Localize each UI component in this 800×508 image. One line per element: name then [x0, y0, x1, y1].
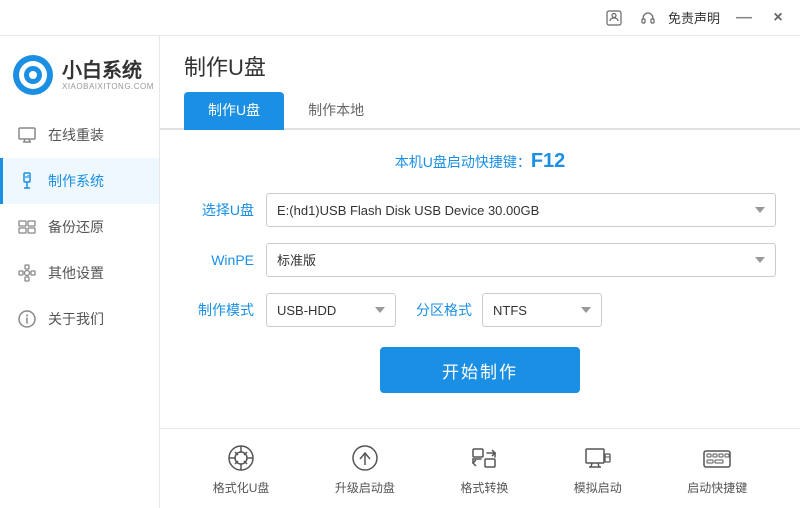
format-icon: [225, 442, 257, 474]
logo-icon: [12, 54, 54, 96]
logo-area: 小白系统 XIAOBAIXITONG.COM: [0, 46, 159, 112]
winpe-select-row: WinPE 标准版: [184, 243, 776, 277]
simulate-icon: [582, 442, 614, 474]
bottom-format-convert-label: 格式转换: [460, 479, 508, 496]
monitor-icon: [16, 124, 38, 146]
bottom-format-usb-label: 格式化U盘: [213, 479, 270, 496]
partition-select[interactable]: NTFS: [482, 293, 602, 327]
bottom-format-usb[interactable]: 格式化U盘: [213, 442, 270, 496]
bottom-upgrade-boot[interactable]: 升级启动盘: [335, 442, 395, 496]
bottom-format-convert[interactable]: 格式转换: [460, 442, 508, 496]
minimize-button[interactable]: —: [730, 4, 758, 32]
sidebar-item-backup-restore[interactable]: 备份还原: [0, 204, 159, 250]
sidebar-item-label: 在线重装: [48, 125, 104, 145]
logo-text: 小白系统 XIAOBAIXITONG.COM: [62, 60, 154, 91]
start-button[interactable]: 开始制作: [380, 347, 580, 393]
mode-select[interactable]: USB-HDD: [266, 293, 396, 327]
bottom-toolbar: 格式化U盘 升级启动盘: [160, 428, 800, 508]
sidebar-item-label: 其他设置: [48, 263, 104, 283]
tabs: 制作U盘 制作本地: [160, 92, 800, 130]
usb-select-row: 选择U盘 E:(hd1)USB Flash Disk USB Device 30…: [184, 193, 776, 227]
logo-sub: XIAOBAIXITONG.COM: [62, 82, 154, 91]
free-label[interactable]: 免责声明: [668, 8, 720, 27]
shortcut-hint: 本机U盘启动快捷键：F12: [184, 150, 776, 173]
sidebar-item-online-reinstall[interactable]: 在线重装: [0, 112, 159, 158]
bottom-boot-shortcut[interactable]: 启动快捷键: [687, 442, 747, 496]
partition-label: 分区格式: [416, 300, 472, 320]
bottom-upgrade-boot-label: 升级启动盘: [335, 479, 395, 496]
titlebar: 免责声明 — ×: [0, 0, 800, 36]
sidebar-item-other-settings[interactable]: 其他设置: [0, 250, 159, 296]
mode-label: 制作模式: [184, 300, 254, 320]
form-area: 本机U盘启动快捷键：F12 选择U盘 E:(hd1)USB Flash Disk…: [160, 130, 800, 428]
headset-icon[interactable]: [634, 4, 662, 32]
backup-icon: [16, 216, 38, 238]
bottom-simulate-boot[interactable]: 模拟启动: [574, 442, 622, 496]
upgrade-icon: [349, 442, 381, 474]
convert-icon: [468, 442, 500, 474]
user-icon[interactable]: [600, 4, 628, 32]
titlebar-icons: 免责声明 — ×: [600, 4, 792, 32]
mode-row: 制作模式 USB-HDD 分区格式 NTFS: [184, 293, 776, 327]
sidebar-item-make-system[interactable]: 制作系统: [0, 158, 159, 204]
main-content: 制作U盘 制作U盘 制作本地 本机U盘启动快捷键：F12 选择U盘 E:(hd1…: [160, 36, 800, 508]
shortcut-prefix: 本机U盘启动快捷键：: [395, 154, 531, 170]
close-button[interactable]: ×: [764, 4, 792, 32]
sidebar-item-label: 关于我们: [48, 309, 104, 329]
winpe-select[interactable]: 标准版: [266, 243, 776, 277]
page-title: 制作U盘: [160, 36, 800, 92]
winpe-label: WinPE: [184, 252, 254, 268]
settings-icon: [16, 262, 38, 284]
keyboard-icon: [701, 442, 733, 474]
usb-label: 选择U盘: [184, 200, 254, 220]
bottom-boot-shortcut-label: 启动快捷键: [687, 479, 747, 496]
usb-icon: [16, 170, 38, 192]
usb-select[interactable]: E:(hd1)USB Flash Disk USB Device 30.00GB: [266, 193, 776, 227]
sidebar-item-about-us[interactable]: 关于我们: [0, 296, 159, 342]
bottom-simulate-boot-label: 模拟启动: [574, 479, 622, 496]
tab-make-usb[interactable]: 制作U盘: [184, 92, 284, 130]
logo-name: 小白系统: [62, 60, 154, 82]
app-container: 小白系统 XIAOBAIXITONG.COM 在线重装: [0, 36, 800, 508]
sidebar-item-label: 制作系统: [48, 171, 104, 191]
sidebar-item-label: 备份还原: [48, 217, 104, 237]
tab-make-local[interactable]: 制作本地: [284, 92, 388, 130]
info-icon: [16, 308, 38, 330]
shortcut-key: F12: [531, 150, 565, 172]
sidebar: 小白系统 XIAOBAIXITONG.COM 在线重装: [0, 36, 160, 508]
